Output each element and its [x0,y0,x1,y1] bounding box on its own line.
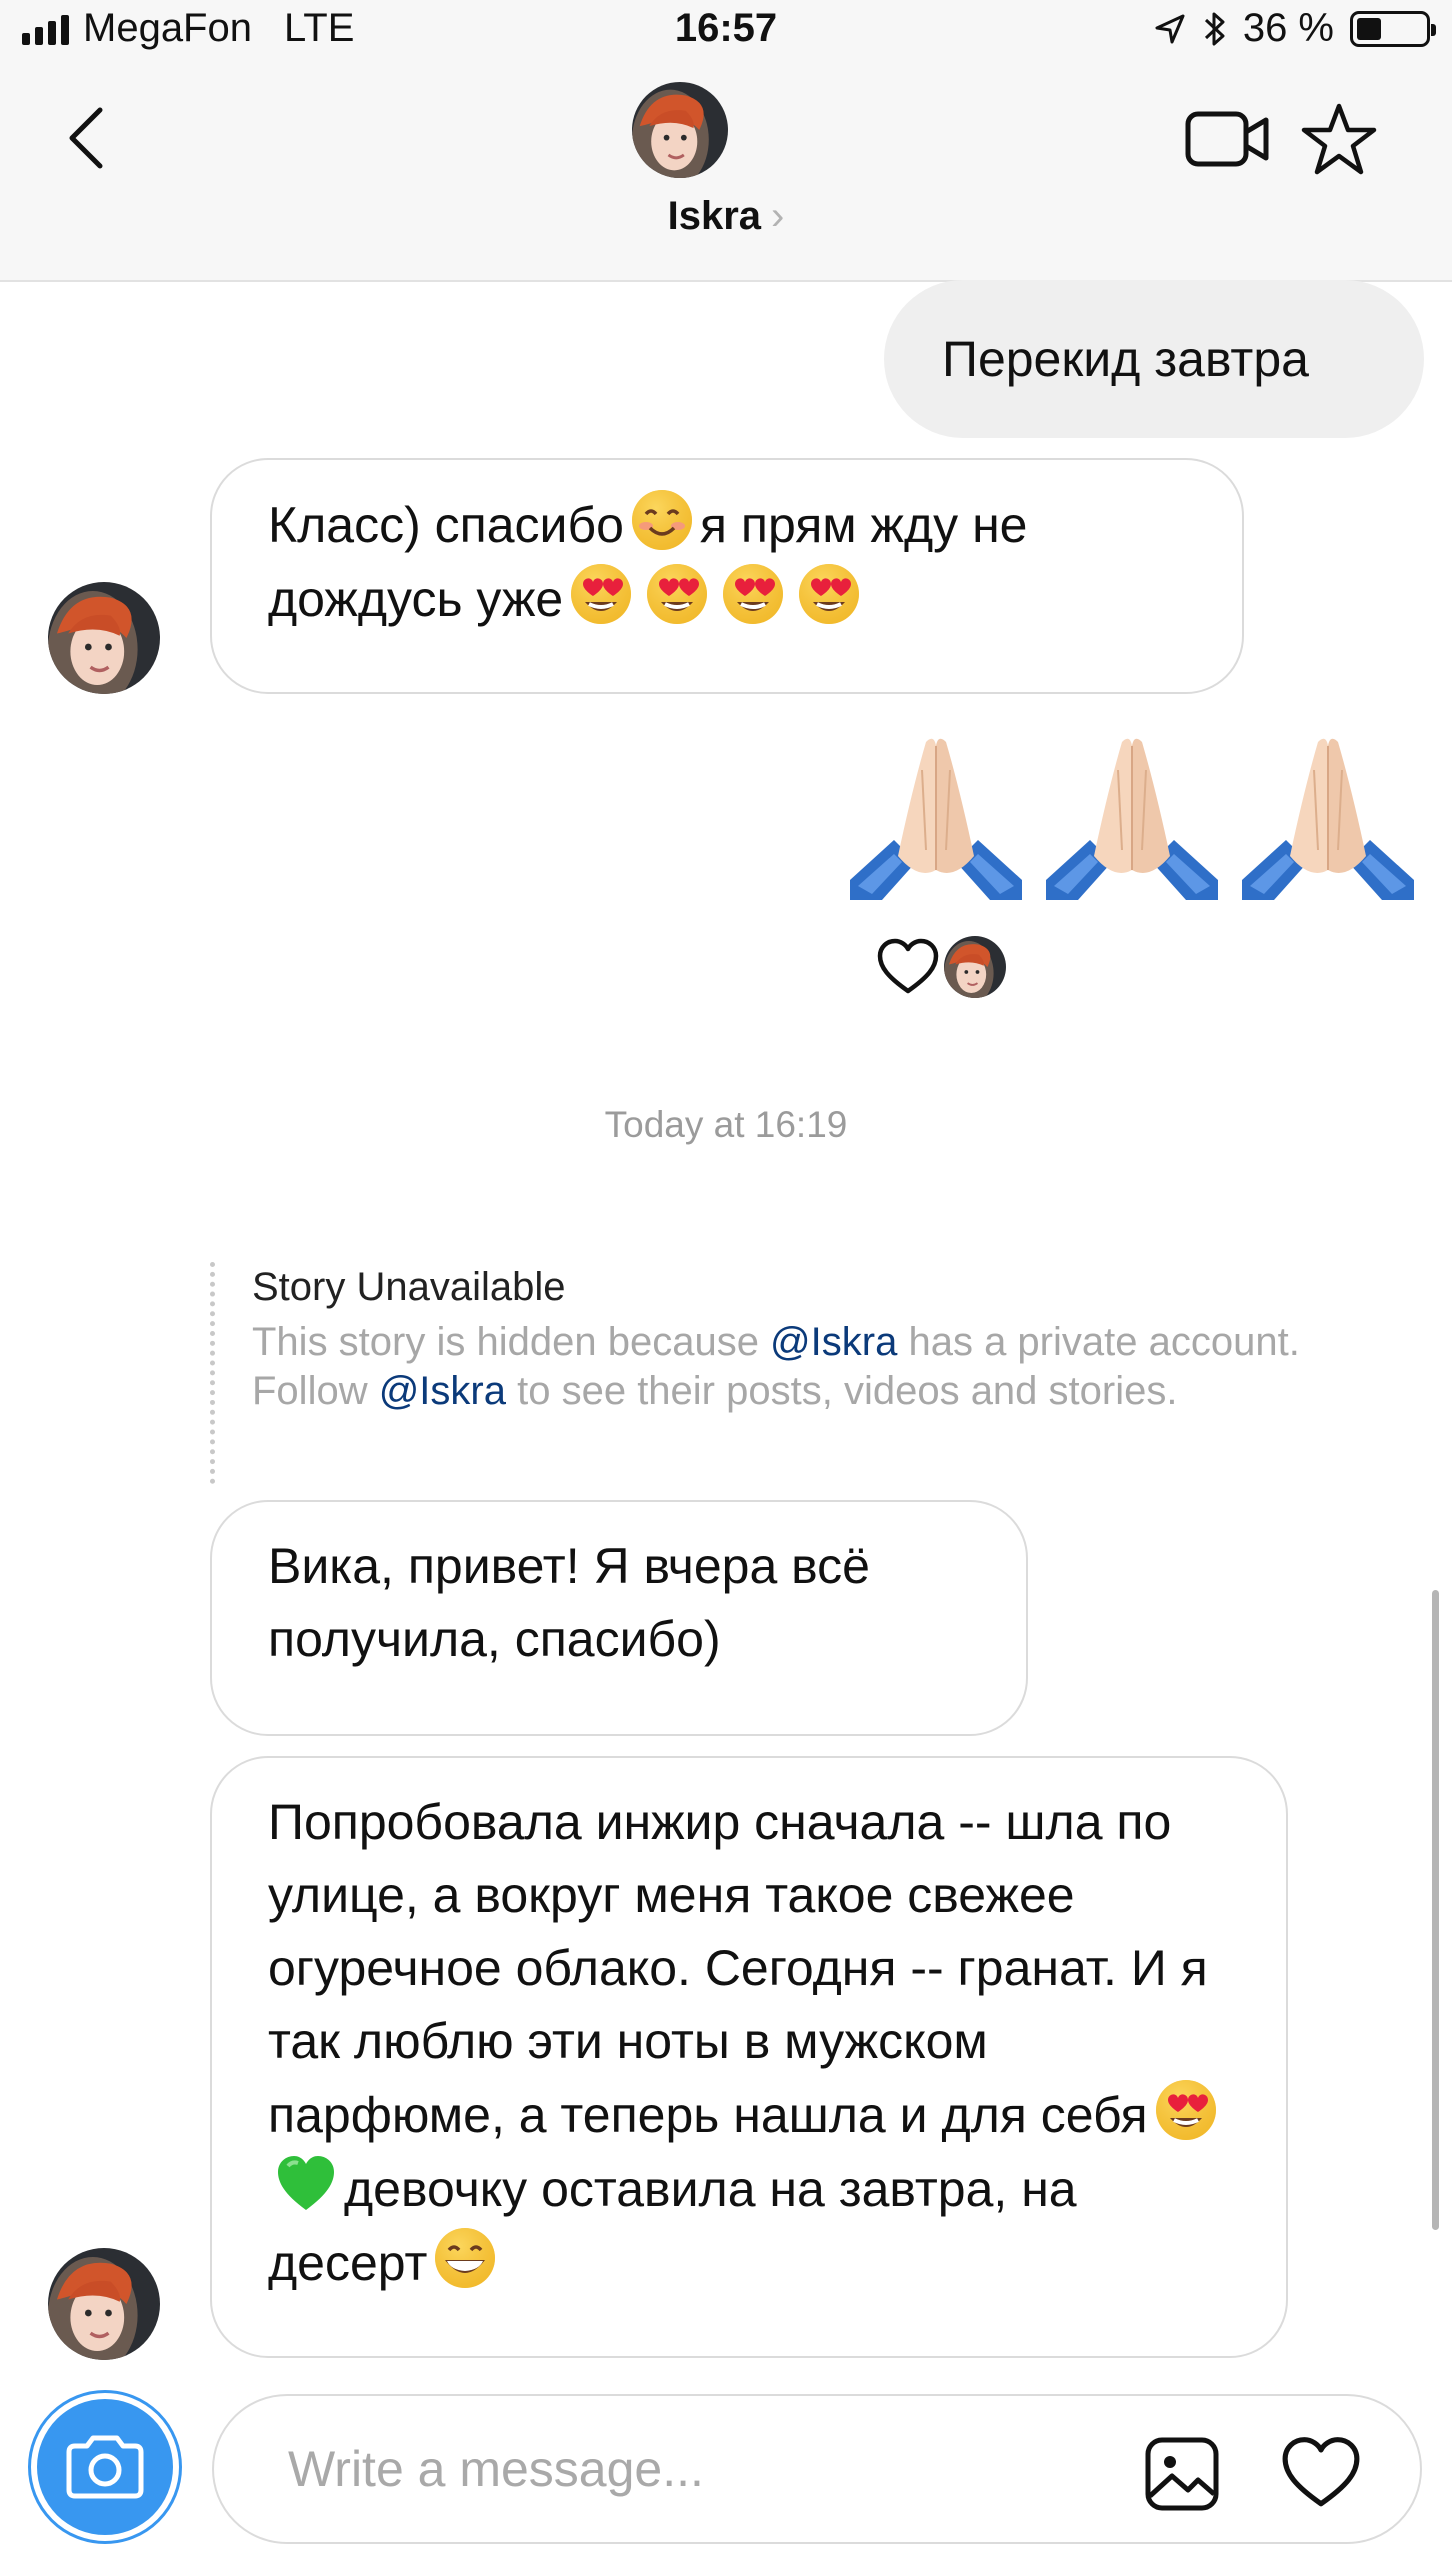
message-text: Попробовала инжир сначала -- шла по улиц… [268,1794,1208,2143]
contact-name[interactable]: Iskra › [0,194,1452,239]
folded-hands-emoji [1241,737,1415,901]
heart-eyes-emoji [569,562,634,626]
sender-avatar[interactable] [48,582,160,694]
chevron-right-icon: › [771,194,785,238]
message-incoming[interactable]: Попробовала инжир сначала -- шла по улиц… [210,1756,1288,2358]
gallery-icon[interactable] [1142,2434,1222,2514]
camera-icon [66,2435,144,2499]
heart-eyes-emoji [721,562,786,626]
message-incoming[interactable]: Вика, привет! Я вчера всё получила, спас… [210,1500,1028,1736]
story-text: This story is hidden because [252,1320,771,1364]
folded-hands-emoji [1045,737,1219,901]
message-input[interactable]: Write a message... [212,2394,1422,2544]
folded-hands-emoji [849,737,1023,901]
back-icon[interactable] [60,98,120,178]
message-text: Вика, привет! Я вчера всё получила, спас… [268,1538,870,1667]
timestamp-divider: Today at 16:19 [604,1104,848,1145]
message-reaction[interactable] [876,936,1006,998]
header-avatar[interactable] [632,82,728,178]
message-text: девочку оставила на завтра, на десерт [268,2161,1077,2291]
location-icon [1155,14,1185,43]
sender-avatar[interactable] [48,2248,160,2360]
scrollbar[interactable] [1432,1590,1439,2230]
mention-link[interactable]: @Iskra [379,1369,506,1413]
status-bar: MegaFon LTE 16:57 36 % [0,0,1452,64]
story-description: This story is hidden because @Iskra has … [252,1318,1312,1416]
story-text: to see their posts, videos and stories. [506,1369,1178,1413]
camera-button-fill [37,2399,173,2535]
heart-icon[interactable] [1280,2432,1362,2514]
message-outgoing-emoji[interactable] [842,730,1422,920]
heart-eyes-emoji [645,562,710,626]
heart-outline-icon [877,938,939,994]
status-right: 36 % [1153,6,1436,51]
battery-icon [1350,10,1436,47]
story-title: Story Unavailable [252,1265,566,1309]
reactor-avatar [944,936,1006,998]
contact-name-text: Iskra [667,194,762,238]
bluetooth-icon [1204,12,1225,45]
grinning-face-emoji [433,2226,498,2290]
smiling-face-emoji [630,488,694,552]
message-text: Класс) спасибо [268,497,624,553]
camera-button[interactable] [28,2390,182,2544]
message-incoming[interactable]: Класс) спасибо я прям жду не дождусь уже [210,458,1244,694]
green-heart-emoji [276,2154,336,2212]
message-placeholder: Write a message... [288,2441,704,2497]
battery-percent: 36 % [1242,6,1334,50]
heart-eyes-emoji [797,562,862,626]
story-dotted-line [210,1262,215,1484]
video-call-icon[interactable] [1184,104,1270,174]
battery-fill [1357,17,1381,40]
heart-eyes-emoji [1153,2078,1218,2142]
mention-link[interactable]: @Iskra [770,1320,897,1364]
chat-header: Iskra › [0,64,1452,282]
message-outgoing[interactable]: Перекид завтра [884,280,1424,438]
message-text: Перекид завтра [942,330,1309,387]
star-icon[interactable] [1300,100,1378,178]
